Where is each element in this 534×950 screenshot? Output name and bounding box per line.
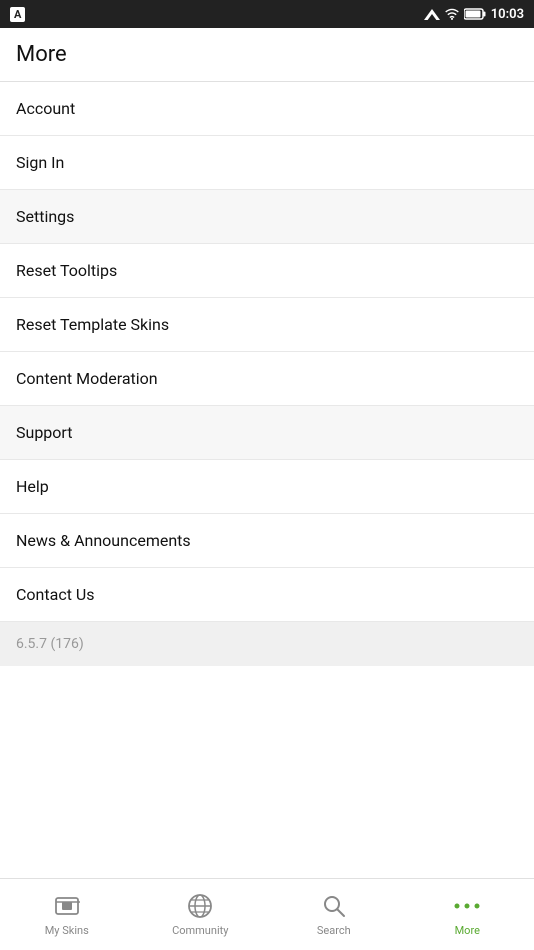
menu-item-news-announcements-label: News & Announcements: [16, 531, 191, 550]
nav-item-more-label: More: [455, 924, 480, 937]
status-bar-left: A: [10, 7, 25, 22]
menu-item-contact-us[interactable]: Contact Us: [0, 568, 534, 622]
menu-item-account[interactable]: Account: [0, 82, 534, 136]
signal-icon: [424, 8, 440, 20]
page-title-container: More: [0, 28, 534, 82]
nav-item-search[interactable]: Search: [267, 879, 401, 950]
menu-item-account-label: Account: [16, 99, 75, 118]
menu-item-content-moderation-label: Content Moderation: [16, 369, 158, 388]
nav-item-community-label: Community: [172, 924, 228, 937]
menu-item-contact-us-label: Contact Us: [16, 585, 95, 604]
more-dots-icon: [453, 892, 481, 920]
my-skins-icon: [53, 892, 81, 920]
battery-icon: [464, 8, 486, 20]
status-bar: A 10:03: [0, 0, 534, 28]
menu-item-settings[interactable]: Settings: [0, 190, 534, 244]
community-icon: [186, 892, 214, 920]
search-icon: [320, 892, 348, 920]
version-text: 6.5.7 (176): [0, 622, 534, 666]
main-content: More Account Sign In Settings Reset Tool…: [0, 28, 534, 878]
menu-item-help[interactable]: Help: [0, 460, 534, 514]
nav-item-more[interactable]: More: [401, 879, 534, 950]
wifi-icon: [445, 8, 459, 20]
menu-item-help-label: Help: [16, 477, 49, 496]
page-title: More: [16, 42, 67, 67]
menu-list: Account Sign In Settings Reset Tooltips …: [0, 82, 534, 878]
status-time: 10:03: [491, 7, 524, 22]
menu-item-support-label: Support: [16, 423, 72, 442]
status-bar-right: 10:03: [424, 7, 524, 22]
nav-item-search-label: Search: [317, 924, 351, 937]
nav-item-my-skins-label: My Skins: [45, 924, 89, 937]
menu-item-sign-in-label: Sign In: [16, 153, 64, 172]
menu-item-sign-in[interactable]: Sign In: [0, 136, 534, 190]
nav-item-my-skins[interactable]: My Skins: [0, 879, 134, 950]
menu-item-reset-template-skins-label: Reset Template Skins: [16, 315, 169, 334]
menu-item-reset-template-skins[interactable]: Reset Template Skins: [0, 298, 534, 352]
menu-item-settings-label: Settings: [16, 207, 74, 226]
bottom-nav: My Skins Community Search: [0, 878, 534, 950]
menu-item-news-announcements[interactable]: News & Announcements: [0, 514, 534, 568]
menu-item-reset-tooltips[interactable]: Reset Tooltips: [0, 244, 534, 298]
menu-item-content-moderation[interactable]: Content Moderation: [0, 352, 534, 406]
menu-item-support[interactable]: Support: [0, 406, 534, 460]
nav-item-community[interactable]: Community: [134, 879, 268, 950]
menu-item-reset-tooltips-label: Reset Tooltips: [16, 261, 117, 280]
app-indicator-icon: A: [10, 7, 25, 22]
